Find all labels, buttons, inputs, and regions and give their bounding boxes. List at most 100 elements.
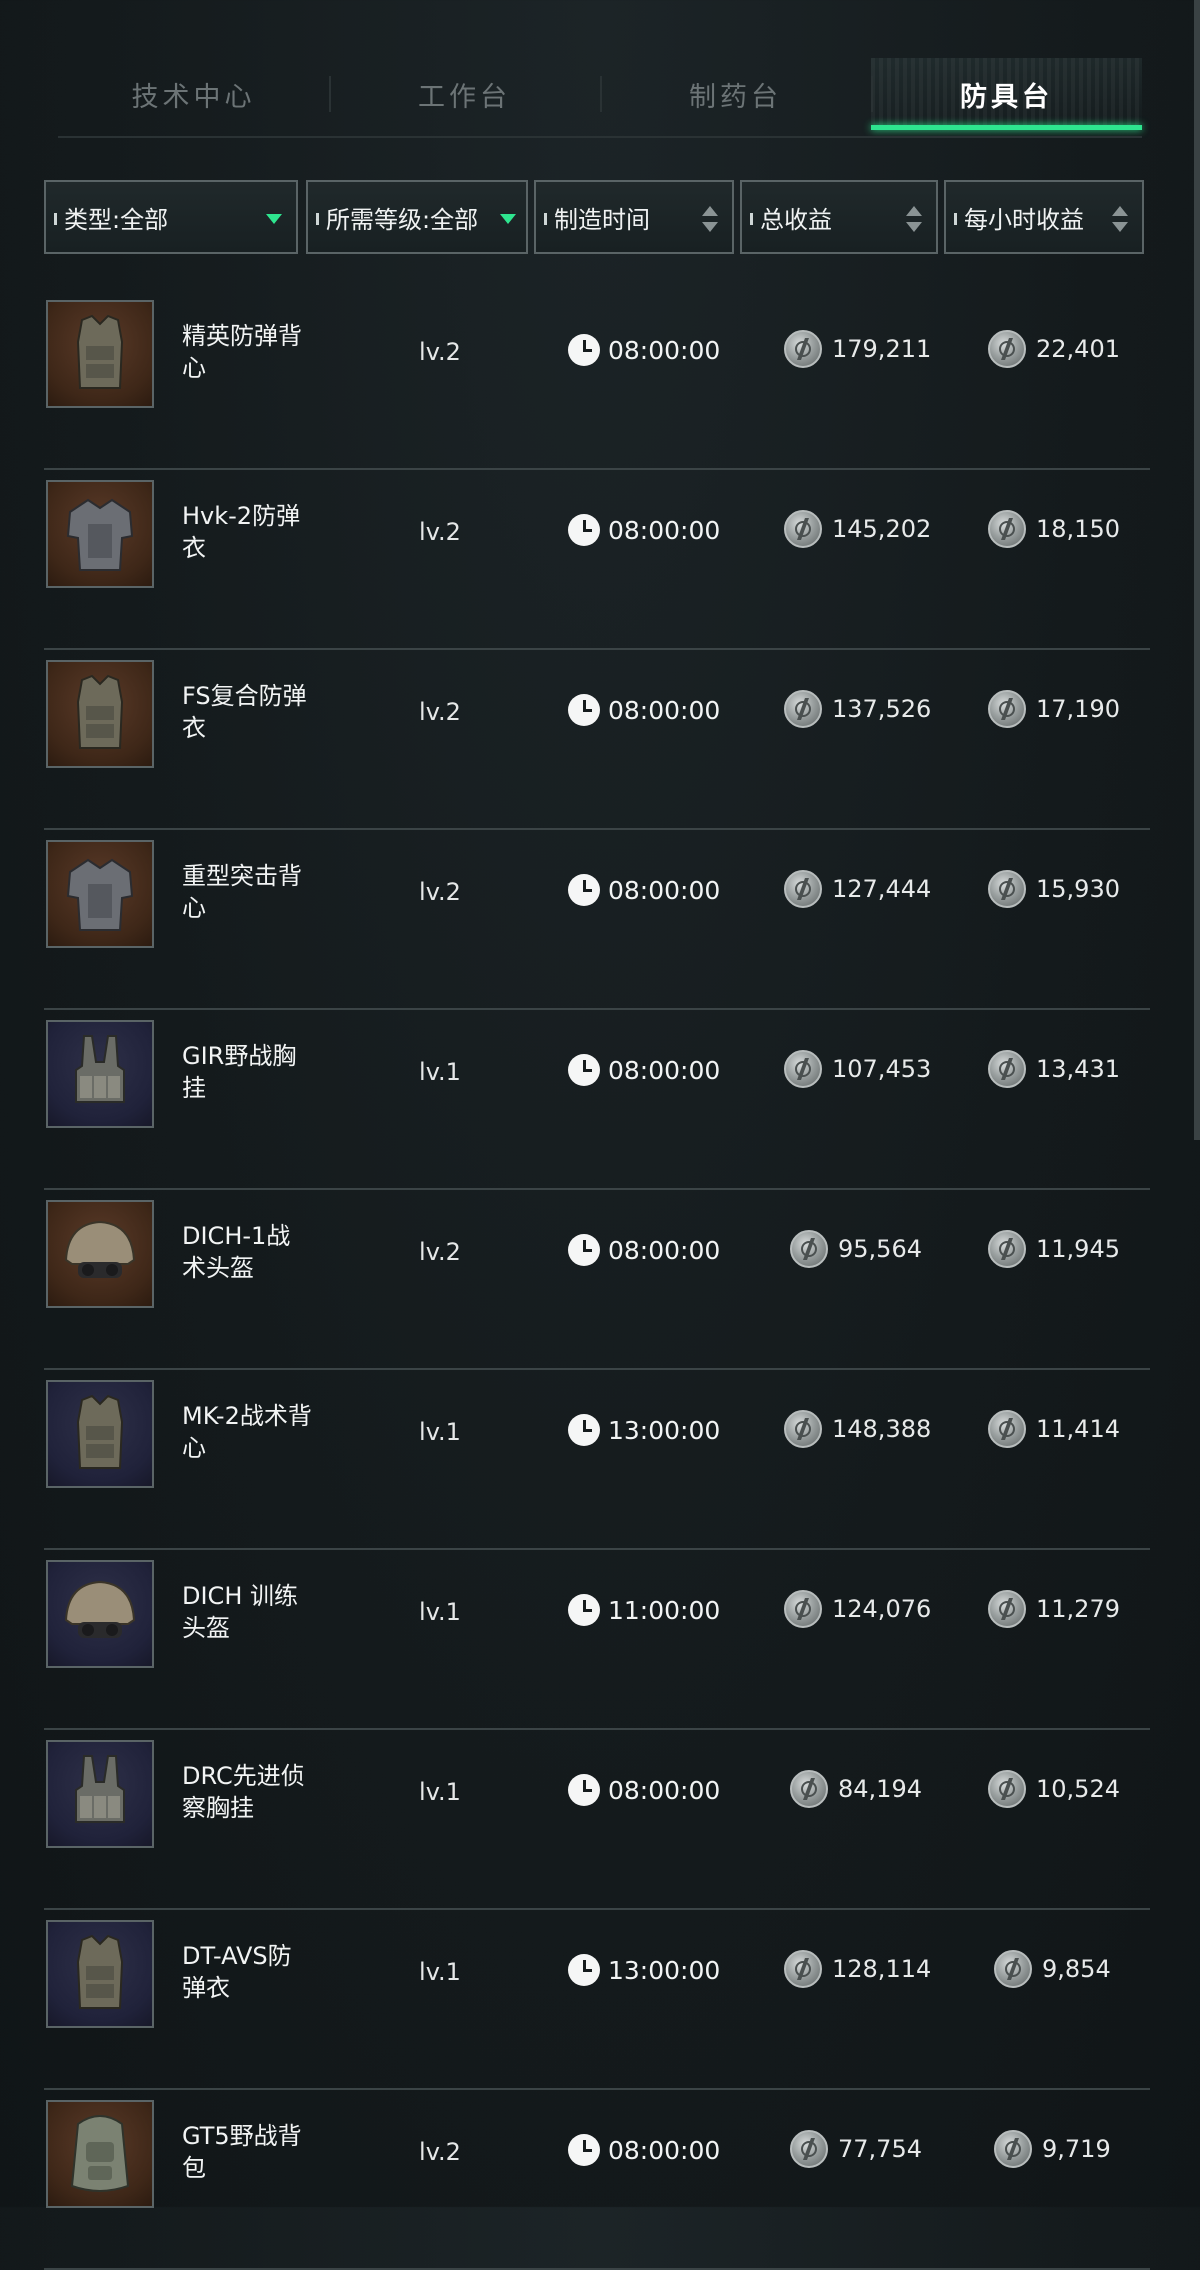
hourly-profit: 11,279	[988, 1590, 1120, 1628]
item-row[interactable]: DT-AVS防弹衣 lv.1 13:00:00 128,114 9,854	[44, 1910, 1150, 2090]
item-row[interactable]: FS复合防弹衣 lv.2 08:00:00 137,526 17,190	[44, 650, 1150, 830]
type-filter-label: 类型:全部	[64, 205, 169, 234]
total-profit: 127,444	[784, 870, 931, 908]
item-list: 精英防弹背心 lv.2 08:00:00 179,211 22,401 Hvk-…	[44, 290, 1150, 2270]
craft-time-value: 11:00:00	[608, 1595, 721, 1625]
type-filter-dropdown[interactable]: 类型:全部	[44, 180, 298, 254]
hourly-profit: 9,719	[994, 2130, 1111, 2168]
total-profit-value: 124,076	[832, 1595, 932, 1623]
item-level: lv.1	[419, 1598, 461, 1626]
level-filter-label: 所需等级:全部	[326, 205, 479, 234]
hourly-profit-sort[interactable]: 每小时收益	[944, 180, 1144, 254]
hourly-profit-value: 22,401	[1036, 335, 1120, 363]
item-row[interactable]: DICH 训练头盔 lv.1 11:00:00 124,076 11,279	[44, 1550, 1150, 1730]
coin-icon	[784, 1050, 822, 1088]
total-profit: 128,114	[784, 1950, 931, 1988]
total-profit-value: 145,202	[832, 515, 932, 543]
clock-icon	[568, 334, 600, 366]
total-profit-value: 148,388	[832, 1415, 932, 1443]
item-row[interactable]: GIR野战胸挂 lv.1 08:00:00 107,453 13,431	[44, 1010, 1150, 1190]
craft-time: 13:00:00	[568, 1954, 720, 1986]
hourly-profit-value: 13,431	[1036, 1055, 1120, 1083]
tab-pharmacy[interactable]: 制药台	[600, 58, 871, 130]
coin-icon	[988, 330, 1026, 368]
clock-icon	[568, 1954, 600, 1986]
item-row[interactable]: DICH-1战术头盔 lv.2 08:00:00 95,564 11,945	[44, 1190, 1150, 1370]
item-thumbnail	[46, 1920, 154, 2028]
tab-armor-bench[interactable]: 防具台	[871, 58, 1142, 130]
item-name: Hvk-2防弹衣	[182, 502, 301, 562]
item-row[interactable]: DRC先进侦察胸挂 lv.1 08:00:00 84,194 10,524	[44, 1730, 1150, 1910]
coin-icon	[790, 2130, 828, 2168]
item-row[interactable]: MK-2战术背心 lv.1 13:00:00 148,388 11,414	[44, 1370, 1150, 1550]
coin-icon	[784, 690, 822, 728]
coin-icon	[988, 1050, 1026, 1088]
hourly-profit-value: 10,524	[1036, 1775, 1120, 1803]
clock-icon	[568, 514, 600, 546]
hourly-profit: 13,431	[988, 1050, 1120, 1088]
item-row[interactable]: 重型突击背心 lv.2 08:00:00 127,444 15,930	[44, 830, 1150, 1010]
tab-tech-center[interactable]: 技术中心	[58, 58, 329, 130]
hourly-profit-value: 11,279	[1036, 1595, 1120, 1623]
hourly-profit: 17,190	[988, 690, 1120, 728]
craft-time: 08:00:00	[568, 2134, 720, 2166]
hourly-profit-label: 每小时收益	[964, 205, 1084, 234]
coin-icon	[988, 510, 1026, 548]
item-name: DRC先进侦察胸挂	[182, 1762, 305, 1822]
tab-bar: 技术中心 工作台 制药台 防具台	[58, 58, 1142, 130]
craft-time: 08:00:00	[568, 514, 720, 546]
hourly-profit-value: 11,945	[1036, 1235, 1120, 1263]
clock-icon	[568, 2134, 600, 2166]
scrollbar[interactable]	[1194, 0, 1200, 1140]
total-profit: 137,526	[784, 690, 931, 728]
item-thumbnail	[46, 840, 154, 948]
coin-icon	[784, 1410, 822, 1448]
total-profit: 84,194	[790, 1770, 922, 1808]
coin-icon	[790, 1230, 828, 1268]
coin-icon	[784, 1590, 822, 1628]
item-name: MK-2战术背心	[182, 1402, 312, 1462]
hourly-profit: 11,945	[988, 1230, 1120, 1268]
item-thumbnail	[46, 1740, 154, 1848]
craft-time: 08:00:00	[568, 1054, 720, 1086]
item-name: DICH 训练头盔	[182, 1582, 298, 1642]
craft-time-label: 制造时间	[554, 205, 650, 234]
item-name: DT-AVS防弹衣	[182, 1942, 292, 2002]
hourly-profit-value: 9,719	[1042, 2135, 1111, 2163]
item-level: lv.2	[419, 2138, 461, 2166]
hourly-profit: 22,401	[988, 330, 1120, 368]
item-row[interactable]: Hvk-2防弹衣 lv.2 08:00:00 145,202 18,150	[44, 470, 1150, 650]
craft-time-value: 08:00:00	[608, 1055, 721, 1085]
helmet-icon	[64, 1220, 136, 1278]
hourly-profit-value: 9,854	[1042, 1955, 1111, 1983]
item-row[interactable]: GT5野战背包 lv.2 08:00:00 77,754 9,719	[44, 2090, 1150, 2270]
total-profit-label: 总收益	[760, 205, 832, 234]
tab-divider	[58, 136, 1142, 138]
vest-icon	[76, 314, 124, 389]
total-profit-sort[interactable]: 总收益	[740, 180, 938, 254]
total-profit: 95,564	[790, 1230, 922, 1268]
coin-icon	[784, 870, 822, 908]
craft-time-value: 08:00:00	[608, 695, 721, 725]
coin-icon	[790, 1770, 828, 1808]
craft-time-sort[interactable]: 制造时间	[534, 180, 734, 254]
helmet-icon	[64, 1580, 136, 1638]
vest-icon	[76, 674, 124, 749]
coin-icon	[988, 1770, 1026, 1808]
sort-arrows-icon	[1112, 206, 1128, 232]
clock-icon	[568, 874, 600, 906]
item-name: 重型突击背心	[182, 862, 302, 922]
craft-time-value: 08:00:00	[608, 515, 721, 545]
item-row[interactable]: 精英防弹背心 lv.2 08:00:00 179,211 22,401	[44, 290, 1150, 470]
total-profit-value: 107,453	[832, 1055, 932, 1083]
item-name: GT5野战背包	[182, 2122, 302, 2182]
craft-time: 11:00:00	[568, 1594, 720, 1626]
item-level: lv.2	[419, 1238, 461, 1266]
total-profit-value: 127,444	[832, 875, 932, 903]
dropdown-triangle-icon	[500, 214, 516, 224]
level-filter-dropdown[interactable]: 所需等级:全部	[306, 180, 528, 254]
chest-rig-icon	[75, 1755, 125, 1823]
item-thumbnail	[46, 660, 154, 768]
craft-time-value: 08:00:00	[608, 335, 721, 365]
tab-workbench[interactable]: 工作台	[329, 58, 600, 130]
